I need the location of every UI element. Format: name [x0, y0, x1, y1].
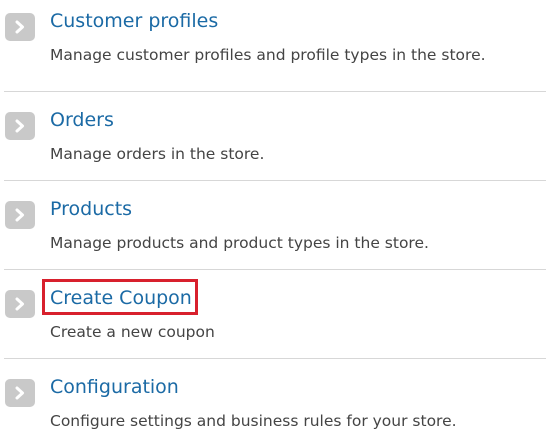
separator [4, 358, 546, 359]
separator [4, 91, 546, 92]
list-item-products: Products Manage products and product typ… [4, 180, 546, 269]
store-admin-list: Customer profiles Manage customer profil… [0, 0, 546, 439]
products-link[interactable]: Products [50, 197, 132, 221]
chevron-right-icon[interactable] [5, 112, 35, 140]
separator [4, 180, 546, 181]
chevron-right-icon[interactable] [5, 379, 35, 407]
separator [4, 269, 546, 270]
chevron-right-icon[interactable] [5, 201, 35, 229]
customer-profiles-link[interactable]: Customer profiles [50, 9, 218, 33]
list-item-customer-profiles: Customer profiles Manage customer profil… [4, 0, 546, 81]
create-coupon-link[interactable]: Create Coupon [50, 286, 192, 310]
list-item-orders: Orders Manage orders in the store. [4, 91, 546, 180]
create-coupon-description: Create a new coupon [50, 323, 215, 341]
orders-link[interactable]: Orders [50, 108, 114, 132]
chevron-right-icon[interactable] [5, 13, 35, 41]
configuration-description: Configure settings and business rules fo… [50, 412, 457, 430]
customer-profiles-description: Manage customer profiles and profile typ… [50, 46, 486, 64]
list-item-create-coupon: Create Coupon Create a new coupon [4, 269, 546, 358]
configuration-link[interactable]: Configuration [50, 375, 179, 399]
orders-description: Manage orders in the store. [50, 145, 265, 163]
list-item-configuration: Configuration Configure settings and bus… [4, 358, 546, 439]
products-description: Manage products and product types in the… [50, 234, 429, 252]
chevron-right-icon[interactable] [5, 290, 35, 318]
